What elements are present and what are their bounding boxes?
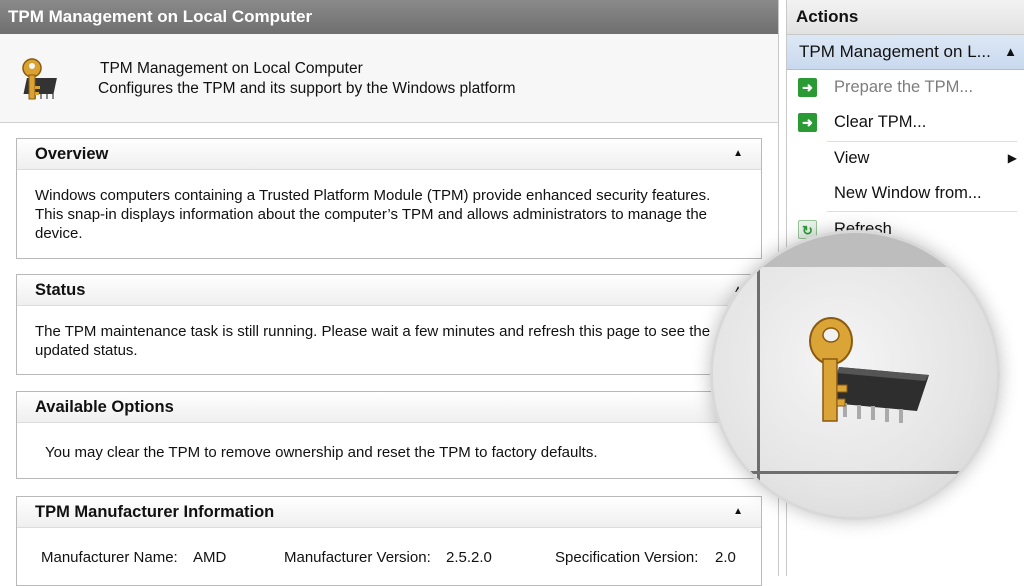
actions-group-title: TPM Management on L... — [799, 42, 991, 61]
magnifier-callout — [710, 230, 1000, 520]
available-options-text: You may clear the TPM to remove ownershi… — [45, 444, 598, 461]
manufacturer-name-value: AMD — [193, 549, 227, 566]
collapse-up-icon[interactable]: ▲ — [1004, 35, 1017, 69]
snapin-header: TPM Management on Local Computer Configu… — [0, 34, 778, 123]
manufacturer-name-label: Manufacturer Name: — [41, 549, 178, 566]
magnified-border — [757, 233, 760, 517]
specification-version-value: 2.0 — [715, 549, 736, 566]
action-view[interactable]: View ▶ — [787, 143, 1024, 173]
magnified-border — [713, 471, 997, 474]
status-section: Status ▲ The TPM maintenance task is sti… — [16, 274, 762, 375]
window-title: TPM Management on Local Computer — [0, 0, 778, 34]
header-description: Configures the TPM and its support by th… — [98, 80, 516, 97]
green-arrow-icon: ➜ — [798, 78, 817, 97]
action-label: View — [834, 149, 870, 167]
manufacturer-title: TPM Manufacturer Information — [35, 503, 275, 521]
available-options-section: Available Options ▲ You may clear the TP… — [16, 391, 762, 479]
available-options-title: Available Options — [35, 398, 174, 416]
overview-text-line: This snap-in displays information about … — [35, 206, 708, 223]
action-clear-tpm[interactable]: ➜ Clear TPM... — [787, 107, 1024, 137]
action-label: Clear TPM... — [834, 113, 927, 131]
tpm-key-chip-icon — [22, 58, 57, 100]
manufacturer-section: TPM Manufacturer Information ▲ Manufactu… — [16, 496, 762, 586]
green-arrow-icon: ➜ — [798, 113, 817, 132]
submenu-arrow-icon: ▶ — [1007, 151, 1017, 165]
status-text-line: The TPM maintenance task is still runnin… — [35, 323, 711, 340]
specification-version-label: Specification Version: — [555, 549, 699, 566]
manufacturer-header[interactable]: TPM Manufacturer Information ▲ — [17, 497, 761, 528]
tpm-key-chip-icon — [809, 317, 929, 423]
separator — [827, 141, 1017, 142]
collapse-icon[interactable]: ▲ — [733, 139, 743, 169]
status-header[interactable]: Status ▲ — [17, 275, 761, 306]
separator — [827, 211, 1017, 212]
overview-title: Overview — [35, 145, 109, 163]
overview-text-line: device. — [35, 225, 83, 242]
status-text-line: updated status. — [35, 342, 138, 359]
overview-text-line: Windows computers containing a Trusted P… — [35, 187, 711, 204]
collapse-icon[interactable]: ▲ — [733, 497, 743, 527]
actions-title: Actions — [787, 0, 1024, 35]
header-title: TPM Management on Local Computer — [100, 60, 363, 77]
manufacturer-version-value: 2.5.2.0 — [446, 549, 492, 566]
action-new-window[interactable]: New Window from... — [787, 178, 1024, 208]
action-label: Prepare the TPM... — [834, 78, 974, 96]
status-title: Status — [35, 281, 86, 299]
available-options-header[interactable]: Available Options ▲ — [17, 392, 761, 423]
main-pane: TPM Management on Local Computer TPM Man… — [0, 0, 779, 586]
overview-header[interactable]: Overview ▲ — [17, 139, 761, 170]
overview-section: Overview ▲ Windows computers containing … — [16, 138, 762, 259]
manufacturer-version-label: Manufacturer Version: — [284, 549, 431, 566]
action-label: New Window from... — [834, 184, 982, 202]
actions-group-header[interactable]: TPM Management on L... ▲ — [787, 35, 1024, 70]
action-prepare-tpm[interactable]: ➜ Prepare the TPM... — [787, 72, 1024, 102]
